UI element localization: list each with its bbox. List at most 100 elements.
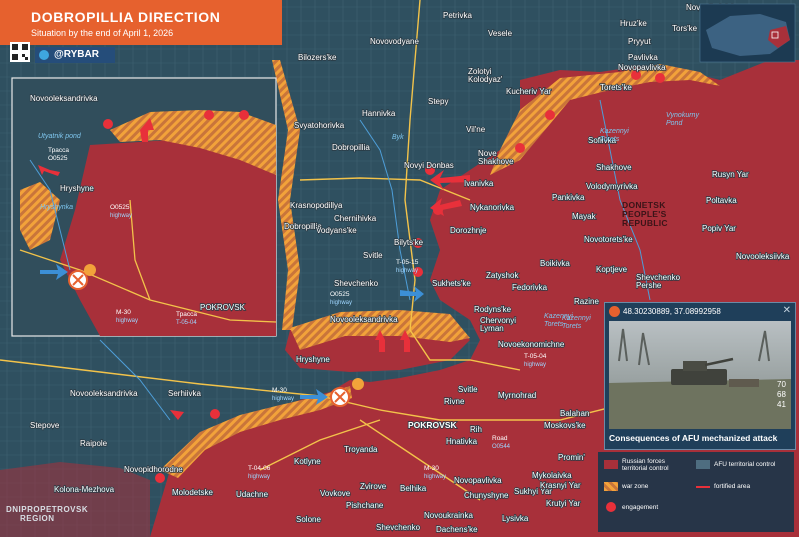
- legend-swatch-fortified: [696, 486, 710, 488]
- label-koptjeve: Koptjeve: [596, 265, 628, 274]
- label-sub: highway: [330, 300, 352, 306]
- label-svyatohorivka: Svyatohorivka: [294, 121, 345, 130]
- label-sub: highway: [424, 474, 446, 480]
- label-torske: Tors'ke: [672, 24, 698, 33]
- label-top: M-30: [272, 387, 287, 394]
- label-novopidhorodne: Novopidhorodne: [124, 465, 183, 474]
- photo-panel[interactable]: 48.30230889, 37.08992958 ✕ 70 68 41 Cons…: [604, 302, 796, 450]
- label-top: O0525: [330, 291, 350, 298]
- label-hryshyne-inset: Hryshyne: [60, 184, 94, 193]
- label-stepy: Stepy: [428, 97, 448, 106]
- locator-map: [699, 3, 796, 63]
- label-novoukrainka: Novoukrainka: [424, 511, 473, 520]
- label-pavlivka: Pavlivka: [628, 53, 658, 62]
- legend-swatch-afu: [696, 460, 710, 469]
- legend: Russian forces territorial control AFU t…: [598, 452, 794, 532]
- label-novoekonomichne: Novoekonomichne: [498, 340, 565, 349]
- label-novooleksandrivka-main: Novooleksandrivka: [330, 315, 398, 324]
- label-shakhove: Shakhove: [596, 163, 632, 172]
- label-mayak: Mayak: [572, 212, 597, 221]
- label-udachne: Udachne: [236, 490, 269, 499]
- label-myrnohrad: Myrnohrad: [498, 391, 536, 400]
- label-raipole: Raipole: [80, 439, 108, 448]
- label-top: Трасса: [176, 311, 197, 318]
- label-shevchenko-s: Shevchenko: [376, 523, 421, 532]
- label-vilne: Vil'ne: [466, 125, 486, 134]
- label-mykolaivka: Mykolaivka: [532, 471, 572, 480]
- legend-engagement: engagement: [622, 504, 659, 511]
- label-top: T-04-06: [248, 465, 271, 472]
- label-novooleksiivka: Novooleksiivka: [736, 252, 790, 261]
- label-popiv-yar: Popiv Yar: [702, 224, 736, 233]
- label-dobropillia: Dobropillia: [332, 143, 370, 152]
- legend-swatch-russian: [604, 460, 618, 469]
- label-top: M-30: [424, 465, 439, 472]
- label-nykanorivka: Nykanorivka: [470, 203, 515, 212]
- qr-code[interactable]: [10, 42, 30, 62]
- label-hruzke: Hruz'ke: [620, 19, 647, 28]
- label-sub: highway: [110, 213, 132, 219]
- label-novovodyane: Novovodyane: [370, 37, 419, 46]
- label-fedorivka: Fedorivka: [512, 283, 548, 292]
- legend-russian: Russian forces territorial control: [622, 458, 669, 472]
- label-novopavlivka-n: Novopavlivka: [618, 63, 666, 72]
- label-sub: highway: [248, 474, 270, 480]
- label-dachenske: Dachens'ke: [436, 525, 478, 534]
- label-troyanda: Troyanda: [344, 445, 378, 454]
- label-vesele: Vesele: [488, 29, 513, 38]
- label-hryshynka: Hryshynka: [40, 204, 73, 211]
- label-pankivka: Pankivka: [552, 193, 585, 202]
- label-krasnopodillya: Krasnopodillya: [290, 201, 343, 210]
- engagement-icon: [606, 502, 616, 512]
- photo-coordinates: 48.30230889, 37.08992958: [623, 307, 721, 316]
- photo-image: 70 68 41: [609, 321, 791, 429]
- photo-overlay-3: 41: [777, 400, 786, 409]
- label-solone: Solone: [296, 515, 321, 524]
- label-sub: O0525: [48, 155, 68, 162]
- label-boikivka: Boikivka: [540, 259, 570, 268]
- label-zvirove: Zvirove: [360, 482, 387, 491]
- label-kolona-mezhova: Kolona-Mezhova: [54, 485, 115, 494]
- label-dorozhnje: Dorozhnje: [450, 226, 487, 235]
- label-serhiivka: Serhiivka: [168, 389, 201, 398]
- label-sub: highway: [272, 396, 294, 402]
- label-novopavlivka-s: Novopavlivka: [454, 476, 502, 485]
- label-zatyshok: Zatyshok: [486, 271, 519, 280]
- label-molodetske: Molodetske: [172, 488, 213, 497]
- label-utyatnik-pond: Utyatnik pond: [38, 133, 82, 140]
- label-lysivka: Lysivka: [502, 514, 529, 523]
- brand-label: @RYBAR: [54, 49, 99, 60]
- title-bar: DOBROPILLIA DIRECTION Situation by the e…: [0, 0, 282, 45]
- label-top: T-05-15: [396, 259, 419, 266]
- label-volodymyrivka: Volodymyrivka: [586, 182, 638, 191]
- close-icon[interactable]: ✕: [783, 305, 791, 316]
- telegram-icon: [39, 50, 49, 60]
- label-promin: Promin': [558, 453, 585, 462]
- label-top: M-30: [116, 309, 131, 316]
- label-stepove: Stepove: [30, 421, 60, 430]
- photo-overlay-2: 68: [777, 390, 786, 399]
- label-novotoretske: Novotorets'ke: [584, 235, 633, 244]
- label-hryshyne-main: Hryshyne: [296, 355, 330, 364]
- label-ivanivka: Ivanivka: [464, 179, 494, 188]
- label-sub: highway: [116, 318, 138, 324]
- label-kotlyne: Kotlyne: [294, 457, 321, 466]
- label-sub: highway: [524, 362, 546, 368]
- label-moskovske: Moskovs'ke: [544, 421, 586, 430]
- brand-badge[interactable]: @RYBAR: [35, 47, 115, 63]
- label-hnativka: Hnativka: [446, 437, 478, 446]
- label-pokrovsk-inset: POKROVSK: [200, 303, 246, 312]
- label-sub: T-05-04: [176, 320, 197, 326]
- legend-swatch-warzone: [604, 482, 618, 491]
- legend-afu: AFU territorial control: [714, 461, 776, 468]
- photo-overlay-1: 70: [777, 380, 786, 389]
- label-balahan: Balahan: [560, 409, 589, 418]
- location-pin-icon: [609, 306, 620, 317]
- label-belhika: Belhika: [400, 484, 427, 493]
- legend-fortified: fortified area: [714, 483, 751, 490]
- label-kucheriv-yar: Kucheriv Yar: [506, 87, 551, 96]
- label-top: Road: [492, 435, 508, 442]
- label-pryyut: Pryyut: [628, 37, 651, 46]
- label-sukhetske: Sukhets'ke: [432, 279, 471, 288]
- label-svitle: Svitle: [458, 385, 478, 394]
